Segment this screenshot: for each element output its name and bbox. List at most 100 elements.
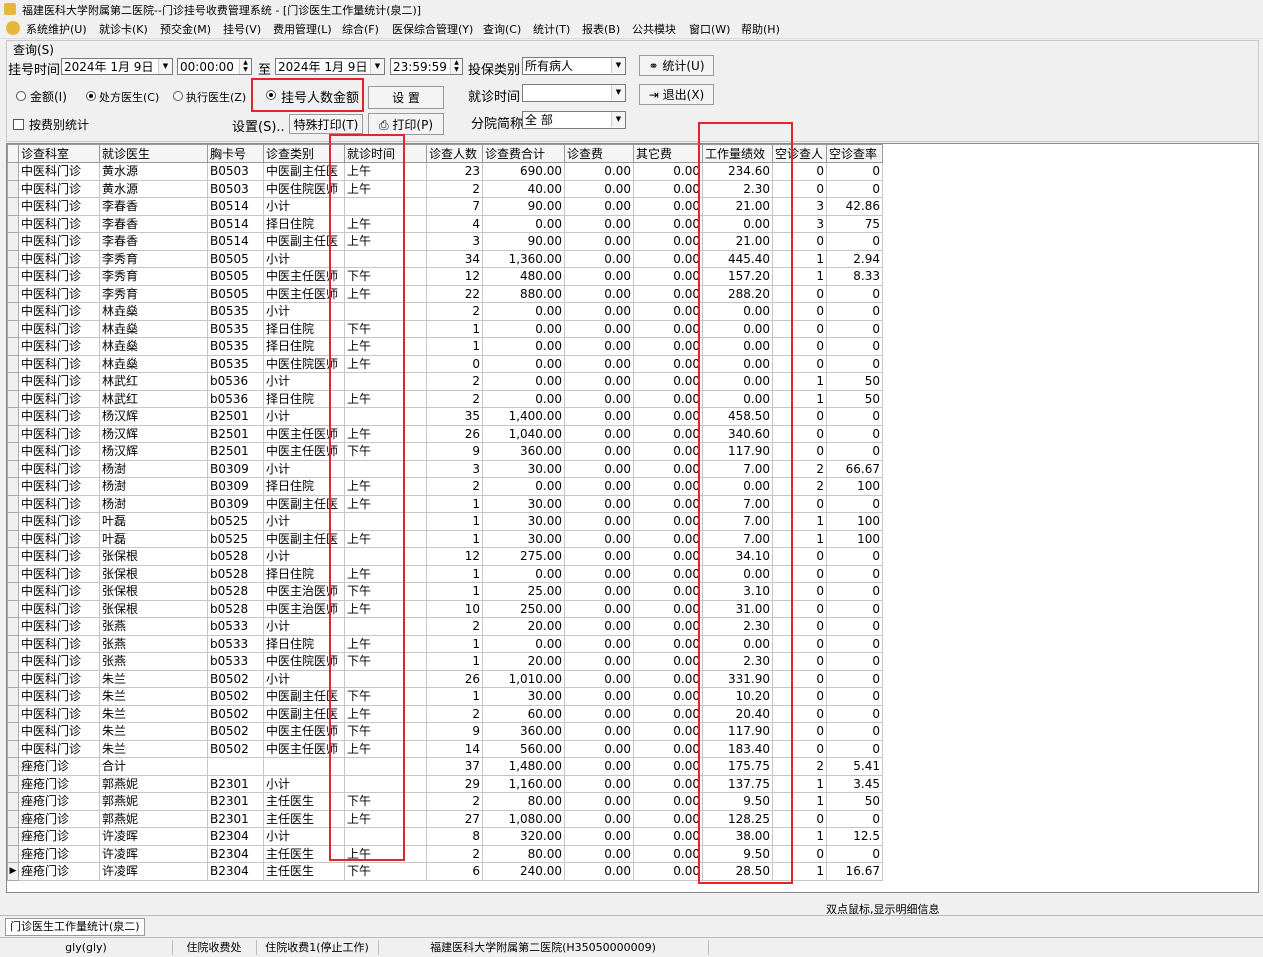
table-row[interactable]: 中医科门诊 朱兰 B0502 小计 26 1,010.00 0.00 0.00 331.90 0 0	[7, 669, 883, 688]
menu-stats[interactable]: 统计(T)	[533, 21, 570, 37]
col-header[interactable]: 诊查类别	[263, 144, 345, 163]
table-row[interactable]: 中医科门诊 张燕 b0533 小计 2 20.00 0.00 0.00 2.30 0 0	[7, 617, 883, 636]
table-row[interactable]: 中医科门诊 朱兰 B0502 中医副主任医 上午 2 60.00 0.00 0.00 20.40 0…	[7, 704, 883, 723]
table-row[interactable]: 中医科门诊 李春香 B0514 择日住院 上午 4 0.00 0.00 0.00 0.00 3 75	[7, 214, 883, 233]
tab-workload-stats[interactable]: 门诊医生工作量统计(泉二)	[5, 918, 145, 936]
menu-insurance[interactable]: 医保综合管理(Y)	[392, 21, 473, 37]
table-row[interactable]: 中医科门诊 林武红 b0536 择日住院 上午 2 0.00 0.00 0.00 0.00 1 50	[7, 389, 883, 408]
visit-time-select[interactable]: ▼	[522, 84, 626, 102]
table-row[interactable]: 中医科门诊 杨澍 B0309 中医副主任医 上午 1 30.00 0.00 0.00 7.00 0 0	[7, 494, 883, 513]
date-from-field[interactable]: 2024年 1月 9日 ▼	[61, 58, 173, 75]
table-row[interactable]: 中医科门诊 李秀育 B0505 小计 34 1,360.00 0.00 0.00 445.40 1…	[7, 249, 883, 268]
table-row[interactable]: 痤疮门诊 郭燕妮 B2301 小计 29 1,160.00 0.00 0.00 137.75 1 3…	[7, 774, 883, 793]
setup-button[interactable]: 设 置	[368, 86, 444, 109]
table-row[interactable]: ▶ 痤疮门诊 许凌晖 B2304 主任医生 下午 6 240.00 0.00 0.00 28.50 1…	[7, 862, 883, 881]
table-row[interactable]: 中医科门诊 张燕 b0533 中医住院医师 下午 1 20.00 0.00 0.00 2.30 0 0	[7, 652, 883, 671]
col-header[interactable]: 诊查费合计	[482, 144, 565, 163]
table-cell: 5.41	[826, 757, 883, 776]
table-cell	[344, 827, 427, 846]
chevron-down-icon[interactable]: ▼	[370, 59, 384, 74]
table-row[interactable]: 痤疮门诊 许凌晖 B2304 主任医生 上午 2 80.00 0.00 0.00 9.50 0 0	[7, 844, 883, 863]
table-row[interactable]: 中医科门诊 林垚燊 B0535 择日住院 下午 1 0.00 0.00 0.00 0.00 0 0	[7, 319, 883, 338]
date-to-field[interactable]: 2024年 1月 9日 ▼	[275, 58, 385, 75]
menu-public[interactable]: 公共模块	[632, 21, 676, 37]
table-row[interactable]: 痤疮门诊 郭燕妮 B2301 主任医生 下午 2 80.00 0.00 0.00 9.50 1 50	[7, 792, 883, 811]
menu-general[interactable]: 综合(F)	[342, 21, 379, 37]
table-row[interactable]: 中医科门诊 杨汉辉 B2501 中医主任医师 上午 26 1,040.00 0.00 0.00 3…	[7, 424, 883, 443]
table-row[interactable]: 中医科门诊 林武红 b0536 小计 2 0.00 0.00 0.00 0.00 1 50	[7, 372, 883, 391]
insurance-select[interactable]: 所有病人 ▼	[522, 57, 626, 75]
table-row[interactable]: 中医科门诊 杨澍 B0309 择日住院 上午 2 0.00 0.00 0.00 0.00 2 100	[7, 477, 883, 496]
menu-deposit[interactable]: 预交金(M)	[160, 21, 211, 37]
table-row[interactable]: 中医科门诊 张燕 b0533 择日住院 上午 1 0.00 0.00 0.00 0.00 0 0	[7, 634, 883, 653]
table-row[interactable]: 中医科门诊 黄水源 B0503 中医副主任医 上午 23 690.00 0.00 0.00 234…	[7, 162, 883, 181]
table-row[interactable]: 中医科门诊 叶磊 b0525 中医副主任医 上午 1 30.00 0.00 0.00 7.00 1 1…	[7, 529, 883, 548]
table-row[interactable]: 中医科门诊 张保根 b0528 中医主治医师 上午 10 250.00 0.00 0.00 31.…	[7, 599, 883, 618]
table-row[interactable]: 痤疮门诊 郭燕妮 B2301 主任医生 上午 27 1,080.00 0.00 0.00 128.…	[7, 809, 883, 828]
special-print-button[interactable]: 特殊打印(T)	[289, 114, 363, 134]
menu-register[interactable]: 挂号(V)	[223, 21, 261, 37]
table-row[interactable]: 中医科门诊 林垚燊 B0535 中医住院医师 上午 0 0.00 0.00 0.00 0.00 0 0	[7, 354, 883, 373]
table-cell	[344, 459, 427, 478]
table-cell: 14	[426, 739, 483, 758]
table-row[interactable]: 中医科门诊 李春香 B0514 中医副主任医 上午 3 90.00 0.00 0.00 21.00…	[7, 232, 883, 251]
table-row[interactable]: 中医科门诊 张保根 b0528 中医主治医师 下午 1 25.00 0.00 0.00 3.10 0…	[7, 582, 883, 601]
col-header[interactable]: 就诊时间	[344, 144, 427, 163]
table-row[interactable]: 中医科门诊 叶磊 b0525 小计 1 30.00 0.00 0.00 7.00 1 100	[7, 512, 883, 531]
table-row[interactable]: 中医科门诊 林垚燊 B0535 小计 2 0.00 0.00 0.00 0.00 0 0	[7, 302, 883, 321]
col-header[interactable]: 工作量绩效	[702, 144, 773, 163]
col-header[interactable]: 诊查人数	[426, 144, 483, 163]
table-row[interactable]: 痤疮门诊 合计 37 1,480.00 0.00 0.00 175.75 2 5.41	[7, 757, 883, 776]
table-cell: 0	[826, 547, 883, 566]
chevron-down-icon[interactable]: ▼	[611, 58, 625, 73]
print-button[interactable]: ⎙ 打印(P)	[368, 113, 444, 135]
col-header[interactable]: 就诊医生	[99, 144, 208, 163]
table-cell: 288.20	[702, 284, 773, 303]
table-row[interactable]: 中医科门诊 李秀育 B0505 中医主任医师 上午 22 880.00 0.00 0.00 288…	[7, 284, 883, 303]
menu-fees[interactable]: 费用管理(L)	[273, 21, 332, 37]
table-row[interactable]: 中医科门诊 黄水源 B0503 中医住院医师 上午 2 40.00 0.00 0.00 2.30 0…	[7, 179, 883, 198]
col-header[interactable]: 空诊查率	[826, 144, 883, 163]
exit-button[interactable]: ⇥ 退出(X)	[639, 84, 714, 105]
settings-link[interactable]: 设置(S)..	[232, 116, 285, 135]
table-row[interactable]: 中医科门诊 杨汉辉 B2501 中医主任医师 下午 9 360.00 0.00 0.00 117.…	[7, 442, 883, 461]
table-row[interactable]: 中医科门诊 杨汉辉 B2501 小计 35 1,400.00 0.00 0.00 458.50 0…	[7, 407, 883, 426]
menu-query[interactable]: 查询(C)	[483, 21, 521, 37]
time-to-field[interactable]: 23:59:59 ▲ ▼	[390, 58, 463, 75]
data-grid[interactable]: 诊查科室 就诊医生 胸卡号 诊查类别 就诊时间 诊查人数 诊查费合计 诊查费 其…	[6, 143, 1259, 893]
col-header[interactable]: 胸卡号	[207, 144, 264, 163]
menu-card[interactable]: 就诊卡(K)	[99, 21, 148, 37]
table-row[interactable]: 中医科门诊 朱兰 B0502 中医主任医师 下午 9 360.00 0.00 0.00 117.9…	[7, 722, 883, 741]
radio-amount[interactable]	[16, 91, 26, 101]
table-row[interactable]: 中医科门诊 李秀育 B0505 中医主任医师 下午 12 480.00 0.00 0.00 157…	[7, 267, 883, 286]
table-row[interactable]: 中医科门诊 张保根 b0528 择日住院 上午 1 0.00 0.00 0.00 0.00 0 0	[7, 564, 883, 583]
fee-type-checkbox[interactable]	[13, 119, 24, 130]
table-row[interactable]: 痤疮门诊 许凌晖 B2304 小计 8 320.00 0.00 0.00 38.00 1 12.5	[7, 827, 883, 846]
table-cell: 上午	[344, 634, 427, 653]
menu-system[interactable]: 系统维护(U)	[26, 21, 87, 37]
col-header[interactable]: 其它费	[633, 144, 703, 163]
menu-window[interactable]: 窗口(W)	[689, 21, 730, 37]
table-row[interactable]: 中医科门诊 朱兰 B0502 中医副主任医 下午 1 30.00 0.00 0.00 10.20 0…	[7, 687, 883, 706]
chevron-down-icon[interactable]: ▼	[611, 85, 625, 100]
chevron-down-icon[interactable]: ▼	[158, 59, 172, 74]
radio-presc-doctor[interactable]	[86, 91, 96, 101]
branch-select[interactable]: 全 部 ▼	[522, 111, 626, 129]
stat-button[interactable]: ⚭ 统计(U)	[639, 55, 714, 76]
col-header[interactable]: 诊查费	[564, 144, 634, 163]
table-row[interactable]: 中医科门诊 张保根 b0528 小计 12 275.00 0.00 0.00 34.10 0 0	[7, 547, 883, 566]
table-row[interactable]: 中医科门诊 李春香 B0514 小计 7 90.00 0.00 0.00 21.00 3 42.86	[7, 197, 883, 216]
spin-icon[interactable]: ▲ ▼	[239, 59, 251, 74]
table-row[interactable]: 中医科门诊 杨澍 B0309 小计 3 30.00 0.00 0.00 7.00 2 66.67	[7, 459, 883, 478]
chevron-down-icon[interactable]: ▼	[611, 112, 625, 127]
radio-reg-count[interactable]	[266, 90, 276, 100]
col-header[interactable]: 空诊查人	[772, 144, 827, 163]
radio-exec-doctor[interactable]	[173, 91, 183, 101]
menu-reports[interactable]: 报表(B)	[582, 21, 620, 37]
time-from-field[interactable]: 00:00:00 ▲ ▼	[177, 58, 252, 75]
table-row[interactable]: 中医科门诊 林垚燊 B0535 择日住院 上午 1 0.00 0.00 0.00 0.00 0 0	[7, 337, 883, 356]
table-row[interactable]: 中医科门诊 朱兰 B0502 中医主任医师 上午 14 560.00 0.00 0.00 183.…	[7, 739, 883, 758]
menu-help[interactable]: 帮助(H)	[741, 21, 780, 37]
col-header[interactable]: 诊查科室	[18, 144, 100, 163]
spin-icon[interactable]: ▲ ▼	[450, 59, 462, 74]
